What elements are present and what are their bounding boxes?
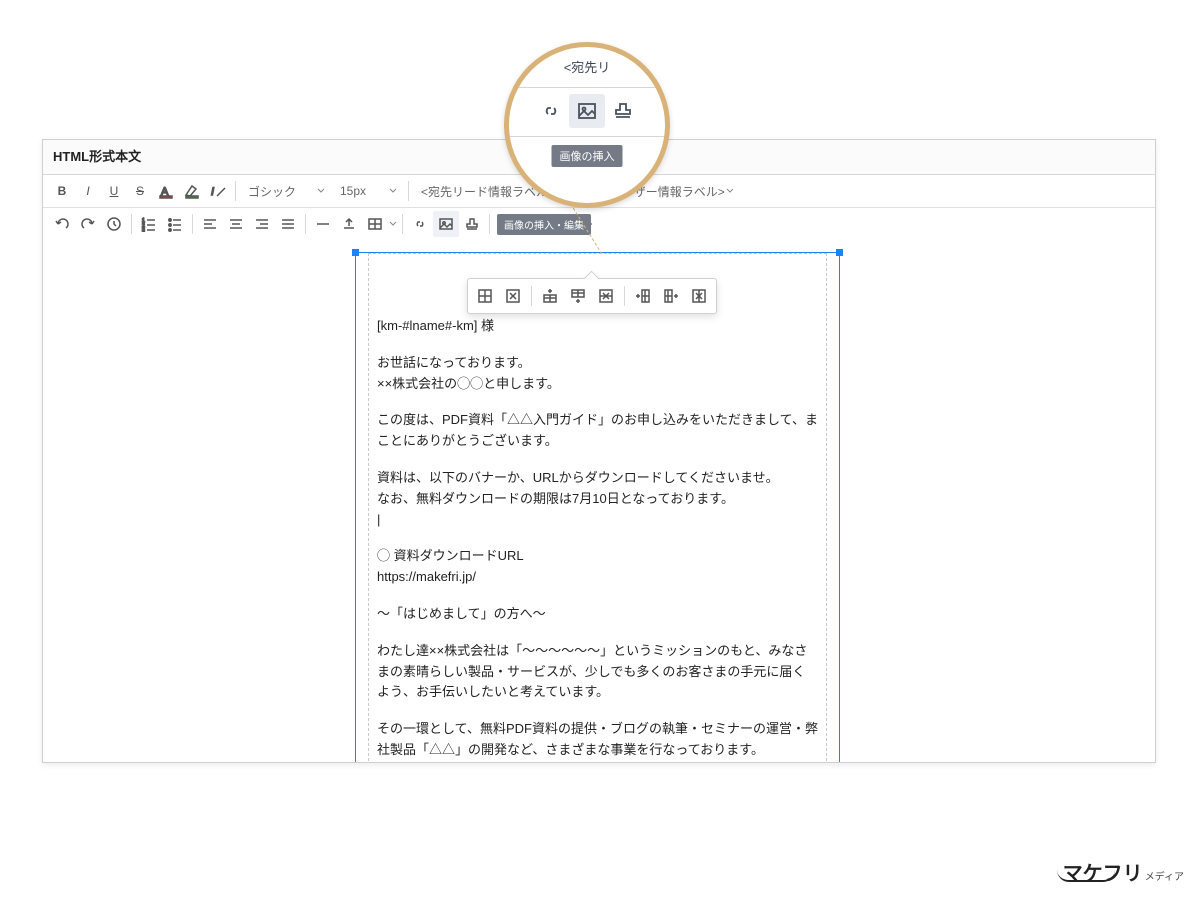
strikethrough-button[interactable]: S: [127, 178, 153, 204]
editor-window: HTML形式本文 B I U S A I ゴシック 15px <宛先リード情報ラ…: [42, 139, 1156, 763]
toolbar-insert: 123: [43, 208, 1155, 241]
separator: [235, 181, 236, 201]
email-line: この度は、PDF資料「△△入門ガイド」のお申し込みをいただきまして、まことにあり…: [377, 410, 818, 452]
link-button[interactable]: [407, 211, 433, 237]
stamp-button[interactable]: [459, 211, 485, 237]
separator: [408, 181, 409, 201]
italic-button[interactable]: I: [75, 178, 101, 204]
table-button[interactable]: [362, 211, 388, 237]
chevron-down-icon: [316, 186, 326, 196]
email-column[interactable]: [km-#lname#-km] 様 お世話になっております。 ××株式会社の◯◯…: [355, 252, 840, 762]
stamp-icon[interactable]: [605, 94, 641, 128]
separator: [131, 214, 132, 234]
chevron-down-icon: [725, 186, 735, 196]
chevron-down-icon: [388, 186, 398, 196]
svg-text:3: 3: [142, 228, 145, 232]
magnifier-tooltip: 画像の挿入: [552, 145, 623, 167]
bold-button[interactable]: B: [49, 178, 75, 204]
email-line: 〜「はじめまして」の方へ〜: [377, 604, 818, 625]
magnifier-header: <宛先リ: [564, 57, 611, 76]
align-center-button[interactable]: [223, 211, 249, 237]
align-justify-button[interactable]: [275, 211, 301, 237]
highlight-button[interactable]: [179, 178, 205, 204]
ordered-list-button[interactable]: 123: [136, 211, 162, 237]
align-right-button[interactable]: [249, 211, 275, 237]
email-url: https://makefri.jp/: [377, 567, 818, 588]
email-line: ××株式会社の◯◯と申します。: [377, 374, 818, 395]
selection-handle[interactable]: [352, 249, 359, 256]
link-icon[interactable]: [533, 94, 569, 128]
magnifier-callout: <宛先リ 画像の挿入: [504, 42, 670, 208]
brand-name: マケフリ: [1063, 863, 1143, 885]
brand-sub: メディア: [1145, 872, 1184, 883]
brand-logo: マケフリメディア: [1057, 857, 1184, 886]
chevron-down-icon: [388, 219, 398, 229]
separator: [305, 214, 306, 234]
separator: [192, 214, 193, 234]
separator: [489, 214, 490, 234]
email-body-text[interactable]: [km-#lname#-km] 様 お世話になっております。 ××株式会社の◯◯…: [377, 316, 818, 761]
email-line: ◯ 資料ダウンロードURL: [377, 546, 818, 567]
svg-text:I: I: [211, 186, 214, 198]
email-line: お世話になっております。: [377, 353, 818, 374]
font-family-select[interactable]: ゴシック: [240, 178, 332, 204]
history-button[interactable]: [101, 211, 127, 237]
image-icon[interactable]: [569, 94, 605, 128]
font-size-value: 15px: [340, 184, 366, 198]
align-left-button[interactable]: [197, 211, 223, 237]
redo-button[interactable]: [75, 211, 101, 237]
separator: [402, 214, 403, 234]
upload-button[interactable]: [336, 211, 362, 237]
clear-format-button[interactable]: I: [205, 178, 231, 204]
undo-button[interactable]: [49, 211, 75, 237]
underline-button[interactable]: U: [101, 178, 127, 204]
font-size-select[interactable]: 15px: [332, 178, 404, 204]
email-line: 資料は、以下のバナーか、URLからダウンロードしてくださいませ。: [377, 468, 818, 489]
email-salutation: [km-#lname#-km] 様: [377, 316, 818, 337]
email-line: なお、無料ダウンロードの期限は7月10日となっております。: [377, 489, 818, 510]
text-color-button[interactable]: A: [153, 178, 179, 204]
image-button-tooltip: 画像の挿入・編集: [497, 214, 591, 235]
editor-canvas[interactable]: [km-#lname#-km] 様 お世話になっております。 ××株式会社の◯◯…: [43, 238, 1155, 762]
email-line: わたし達××株式会社は「〜〜〜〜〜〜」というミッションのもと、みなさまの素晴らし…: [377, 641, 818, 703]
insert-image-button[interactable]: [433, 211, 459, 237]
horizontal-rule-button[interactable]: [310, 211, 336, 237]
text-cursor: |: [377, 510, 818, 531]
email-line: その一環として、無料PDF資料の提供・ブログの執筆・セミナーの運営・弊社製品「△…: [377, 719, 818, 761]
font-family-value: ゴシック: [248, 183, 296, 200]
selection-handle[interactable]: [836, 249, 843, 256]
unordered-list-button[interactable]: [162, 211, 188, 237]
